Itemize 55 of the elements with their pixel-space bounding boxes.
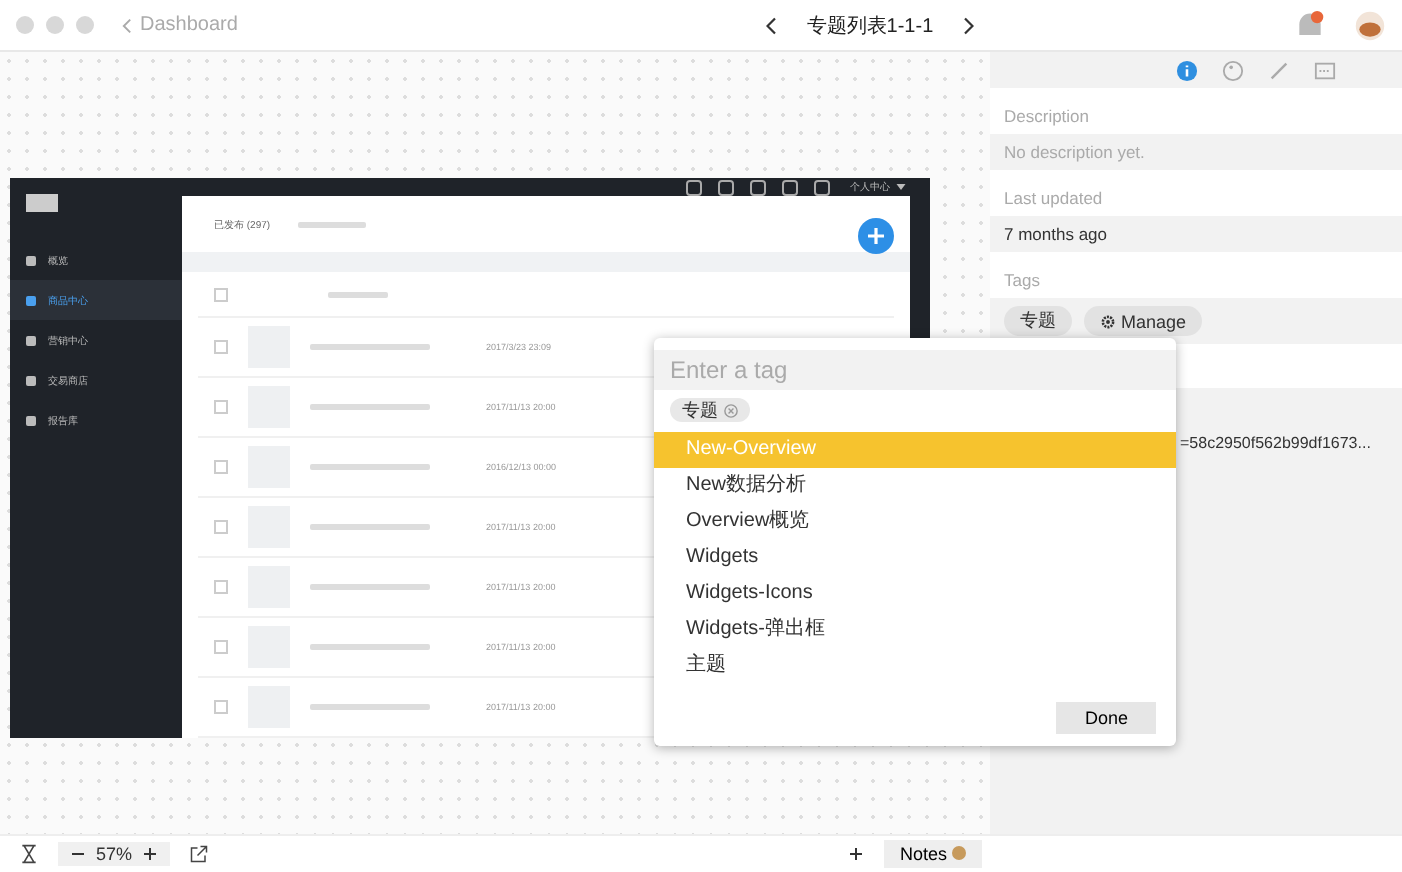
remove-icon[interactable] [723, 404, 738, 418]
tag-chip[interactable]: 专题 [1004, 306, 1072, 336]
updated-value: 7 months ago [990, 216, 1402, 252]
palette-icon[interactable] [1222, 59, 1244, 81]
link-text: =58c2950f562b99df1673... [1180, 434, 1371, 452]
info-icon[interactable] [1176, 59, 1198, 81]
checkbox[interactable] [214, 460, 228, 474]
text-placeholder-bar [310, 524, 430, 530]
back-icon[interactable] [122, 17, 132, 33]
plus-icon[interactable] [847, 846, 864, 862]
next-icon[interactable] [961, 15, 974, 35]
previous-icon[interactable] [766, 15, 779, 35]
field-label: Tags [1002, 268, 1042, 294]
tag-option[interactable]: Widgets-弹出框 [654, 612, 1176, 648]
notification-icon[interactable] [1294, 9, 1326, 41]
checkbox[interactable] [214, 640, 228, 654]
pen-icon[interactable] [1268, 59, 1290, 81]
checkbox[interactable] [214, 700, 228, 714]
text-placeholder-bar [310, 404, 430, 410]
page-title: 专题列表1-1-1 [806, 13, 934, 39]
tag-option[interactable]: Widgets-Icons [654, 576, 1176, 612]
text-placeholder-bar [310, 644, 430, 650]
tag-option[interactable]: 主题 [654, 648, 1176, 684]
checkbox[interactable] [214, 400, 228, 414]
code-icon[interactable] [1314, 59, 1336, 81]
notes-button[interactable]: Notes [883, 840, 982, 868]
plus-icon[interactable] [142, 846, 159, 862]
logo-icon [26, 194, 58, 212]
caret-icon[interactable] [896, 184, 906, 190]
field-label: Last updated [1002, 186, 1105, 212]
tag-input-field[interactable]: Enter a tag [654, 350, 1176, 390]
checkbox[interactable] [214, 520, 228, 534]
text-placeholder-bar [310, 584, 430, 590]
checkbox[interactable] [214, 287, 228, 301]
manage-button[interactable]: Manage [1084, 306, 1203, 336]
text-placeholder-bar [310, 344, 430, 350]
done-button[interactable]: Done [1056, 702, 1156, 734]
text-placeholder-bar [328, 291, 388, 297]
gear-icon [1100, 313, 1116, 329]
hourglass-icon[interactable] [20, 844, 38, 864]
tag-chip[interactable]: 专题 [670, 398, 750, 422]
checkbox[interactable] [214, 580, 228, 594]
text-placeholder-bar [310, 464, 430, 470]
field-label: Description [1002, 104, 1092, 130]
plus-icon [866, 226, 886, 246]
tag-option[interactable]: New数据分析 [654, 468, 1176, 504]
tag-option[interactable]: Widgets [654, 540, 1176, 576]
add-button[interactable] [858, 218, 894, 254]
avatar-icon[interactable] [1354, 9, 1386, 41]
text-placeholder-bar [298, 221, 367, 227]
text-placeholder-bar [310, 704, 430, 710]
tag-option[interactable]: Overview概览 [654, 504, 1176, 540]
export-icon[interactable] [190, 844, 209, 864]
checkbox[interactable] [214, 340, 228, 354]
zoom-control[interactable]: 57% [58, 842, 171, 866]
